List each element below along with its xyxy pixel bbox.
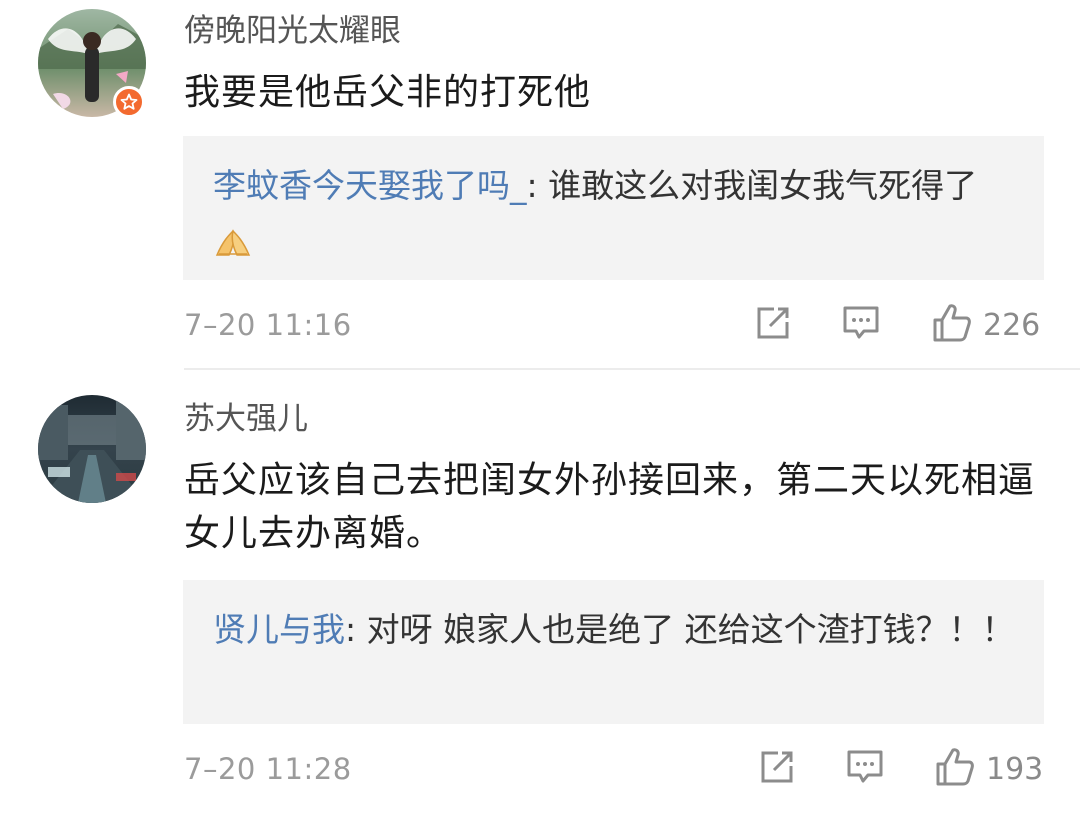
reply-box[interactable]: 李蚊香今天娶我了吗_: 谁敢这么对我闺女我气死得了 [183,136,1044,280]
comment-text: 我要是他岳父非的打死他 [184,72,592,113]
comment-text: 岳父应该自己去把闺女外孙接回来，第二天以死相逼女儿去办离婚。 [184,460,1036,554]
like-button[interactable]: 193 [934,744,1043,794]
reply-text: 对呀 娘家人也是绝了 还给这个渣打钱？！！ [366,610,1015,649]
reply-separator: : [526,166,549,205]
avatar[interactable] [38,395,146,503]
verified-badge-icon [113,86,145,118]
praying-hands-emoji [213,220,253,276]
comment-item: 傍晚阳光太耀眼 我要是他岳父非的打死他 李蚊香今天娶我了吗_: 谁敢这么对我闺女… [0,0,1080,368]
reply-username[interactable]: 李蚊香今天娶我了吗_ [213,166,527,205]
timestamp: 7–20 11:16 [184,308,352,342]
reply-separator: : [345,610,367,649]
thumbs-up-icon [934,746,976,792]
share-icon [754,304,792,346]
comment-meta: 7–20 11:28 193 [184,744,1046,794]
like-button[interactable]: 226 [931,300,1040,350]
timestamp: 7–20 11:28 [184,752,352,786]
comment-icon [842,304,880,346]
comment-item: 苏大强儿 岳父应该自己去把闺女外孙接回来，第二天以死相逼女儿去办离婚。 贤儿与我… [0,370,1080,823]
comment-button[interactable] [842,300,880,350]
reply-text: 谁敢这么对我闺女我气死得了 [548,166,978,205]
username[interactable]: 苏大强儿 [184,404,308,435]
reply-username[interactable]: 贤儿与我 [213,610,345,649]
reply-box[interactable]: 贤儿与我: 对呀 娘家人也是绝了 还给这个渣打钱？！！ [183,580,1044,724]
thumbs-up-icon [931,302,973,348]
comment-button[interactable] [846,744,884,794]
share-icon [758,748,796,790]
like-count: 193 [986,751,1044,787]
comment-icon [846,748,884,790]
share-button[interactable] [754,300,792,350]
username[interactable]: 傍晚阳光太耀眼 [184,16,401,47]
share-button[interactable] [758,744,796,794]
comment-meta: 7–20 11:16 226 [184,300,1046,350]
like-count: 226 [983,307,1041,343]
